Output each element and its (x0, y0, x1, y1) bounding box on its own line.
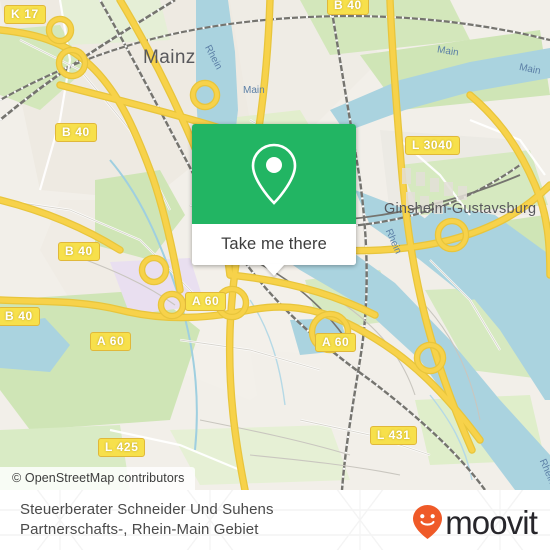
take-me-there-button[interactable]: Take me there (192, 224, 356, 276)
take-me-there-label: Take me there (221, 235, 327, 253)
osm-attribution[interactable]: © OpenStreetMap contributors (0, 467, 195, 490)
place-title: Steuerberater Schneider Und Suhens Partn… (20, 500, 274, 540)
bottom-info-bar: Steuerberater Schneider Und Suhens Partn… (0, 490, 550, 550)
location-pin-icon (251, 143, 297, 205)
map-canvas[interactable]: Mainz Ginsheim-Gustavsburg Rhein Main Ma… (0, 0, 550, 490)
card-pin-panel (192, 124, 356, 224)
location-info-card[interactable]: Take me there (192, 124, 356, 276)
map-screenshot: Mainz Ginsheim-Gustavsburg Rhein Main Ma… (0, 0, 550, 550)
place-title-line2: Partnerschafts-, Rhein-Main Gebiet (20, 521, 259, 538)
moovit-smiley-pin-icon (413, 505, 443, 539)
card-pointer-tail (263, 264, 285, 276)
moovit-logo[interactable]: moovit (411, 503, 538, 541)
place-title-line1: Steuerberater Schneider Und Suhens (20, 501, 274, 518)
moovit-wordmark: moovit (445, 503, 538, 541)
